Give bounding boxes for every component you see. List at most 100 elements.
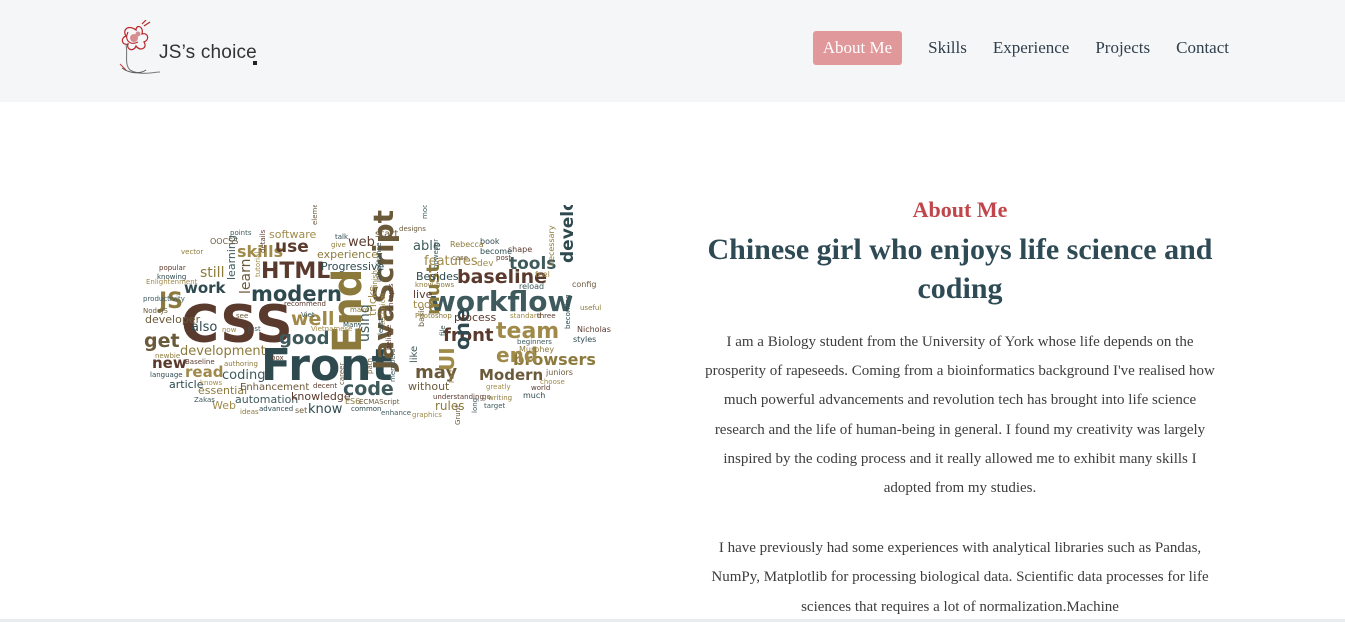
- word-cloud-word: believe: [385, 325, 393, 350]
- word-cloud-word: becoming: [564, 294, 572, 329]
- word-cloud-word: talk: [335, 233, 349, 241]
- word-cloud-word: career: [338, 363, 346, 385]
- about-headline: Chinese girl who enjoys life science and…: [707, 233, 1213, 305]
- word-cloud-word: productivity: [143, 295, 185, 303]
- word-cloud-word: dev: [477, 259, 494, 269]
- word-cloud-word: Rebecca: [450, 240, 484, 249]
- word-cloud-word: file: [439, 325, 447, 336]
- word-cloud-word: advanced: [259, 405, 293, 413]
- word-cloud-word: without: [408, 380, 450, 393]
- word-cloud-word: software: [269, 228, 316, 241]
- nav-about-me[interactable]: About Me: [812, 31, 903, 65]
- word-cloud-word: know: [308, 402, 343, 417]
- word-cloud-word: knowing: [157, 273, 186, 281]
- about-paragraph-2: I have previously had some experiences w…: [711, 540, 1209, 615]
- word-cloud-word: experience: [317, 248, 378, 261]
- word-cloud-word: config: [572, 280, 596, 289]
- word-cloud-word: feel: [535, 270, 550, 279]
- word-cloud-word: Web: [212, 399, 236, 412]
- word-cloud-word: basic: [417, 306, 426, 327]
- word-cloud-word: authoring: [224, 360, 258, 368]
- word-cloud-word: long: [471, 398, 479, 413]
- word-cloud-word: Modern: [479, 366, 543, 384]
- word-cloud-word: know-hows: [415, 281, 454, 289]
- nav-experience[interactable]: Experience: [993, 31, 1069, 65]
- word-cloud-word: learn: [238, 259, 254, 294]
- word-cloud-word: designs: [399, 225, 426, 233]
- word-cloud-word: language: [150, 371, 183, 379]
- word-cloud-word: like: [409, 346, 420, 363]
- word-cloud-word: recommend: [284, 300, 326, 308]
- word-cloud-word: set: [295, 406, 307, 415]
- word-cloud-word: Viet: [301, 311, 315, 319]
- word-cloud-word: UI: [435, 347, 459, 371]
- logo[interactable]: JS’s choice: [116, 20, 266, 80]
- word-cloud-word: NodeJS: [143, 307, 168, 315]
- word-cloud-word: HTML: [261, 259, 330, 284]
- word-cloud-word: process: [454, 311, 497, 324]
- word-cloud-word: see: [236, 312, 248, 320]
- word-cloud-word: development: [180, 344, 266, 359]
- word-cloud-word: graphics: [412, 411, 442, 419]
- nav-contact[interactable]: Contact: [1176, 31, 1229, 65]
- word-cloud-word: decent: [313, 382, 337, 390]
- word-cloud-word: least: [377, 318, 385, 335]
- logo-flower-icon: [119, 20, 161, 74]
- word-cloud-word: tutorial: [254, 252, 262, 277]
- word-cloud-word: details: [259, 229, 267, 253]
- word-cloud-word: make: [350, 306, 369, 314]
- word-cloud-word: beginners: [517, 338, 552, 346]
- word-cloud-word: target: [484, 402, 506, 410]
- word-cloud-word: start: [375, 229, 398, 240]
- word-cloud-word: just: [247, 325, 261, 333]
- word-cloud-word: get: [144, 330, 180, 352]
- word-cloud-word: Grunt: [454, 405, 462, 425]
- word-cloud-word: knows: [200, 379, 222, 387]
- nav-skills[interactable]: Skills: [928, 31, 967, 65]
- navbar: JS’s choice About Me Skills Experience P…: [0, 0, 1345, 102]
- word-cloud-word: necessary: [547, 225, 556, 266]
- word-cloud-word: path: [366, 358, 374, 374]
- word-cloud-word: points: [230, 229, 252, 237]
- word-cloud-word: Baseline: [185, 358, 215, 366]
- word-cloud-word: styles: [573, 335, 596, 344]
- word-cloud-word: popular: [159, 264, 186, 272]
- word-cloud-word: members: [389, 348, 397, 382]
- word-cloud-word: Many: [343, 321, 362, 329]
- word-cloud-word: case: [452, 254, 468, 262]
- word-cloud-word: box: [271, 354, 284, 362]
- word-cloud-word: enhance: [381, 409, 411, 417]
- word-cloud-word: reload: [519, 282, 544, 291]
- word-cloud-word: newbie: [155, 352, 180, 360]
- word-cloud-word: finish: [371, 270, 379, 289]
- word-cloud-word: live: [413, 288, 433, 301]
- section-label: About Me: [912, 197, 1008, 222]
- word-cloud-word: ECMAScript: [359, 398, 400, 406]
- word-cloud-word: now: [222, 326, 237, 334]
- nav-projects[interactable]: Projects: [1095, 31, 1150, 65]
- word-cloud-word: common: [351, 405, 382, 413]
- word-cloud-word: still: [200, 265, 224, 281]
- word-cloud-word: concepts: [387, 283, 395, 315]
- word-cloud-word: vector: [181, 248, 203, 256]
- word-cloud-word: developers: [558, 205, 578, 263]
- word-cloud-image: CSSFrontEndJavaScript workflowteamHTMLmod…: [143, 205, 611, 425]
- word-cloud-word: greatly: [486, 383, 511, 391]
- word-cloud-word: ES6: [345, 397, 360, 406]
- word-cloud-word: give: [331, 241, 346, 249]
- word-cloud-word: much: [523, 391, 545, 400]
- word-cloud-word: Nicholas: [577, 325, 611, 334]
- about-paragraph-1: I am a Biology student from the Universi…: [705, 334, 1215, 497]
- word-cloud-word: coding: [222, 368, 265, 383]
- word-cloud-word: Zakas: [194, 396, 215, 404]
- word-cloud-word: Murphey: [519, 345, 554, 354]
- word-cloud-word: however: [432, 239, 440, 269]
- word-cloud-word: OOCSS: [210, 237, 238, 246]
- word-cloud-word: ask: [267, 364, 275, 377]
- word-cloud-word: elements: [311, 205, 319, 225]
- word-cloud-word: writing: [488, 394, 512, 402]
- word-cloud-word: become: [480, 247, 512, 256]
- logo-text: JS’s choice: [159, 42, 257, 63]
- about-section: About Me Chinese girl who enjoys life sc…: [680, 196, 1240, 622]
- word-cloud-word: juniors: [545, 368, 573, 377]
